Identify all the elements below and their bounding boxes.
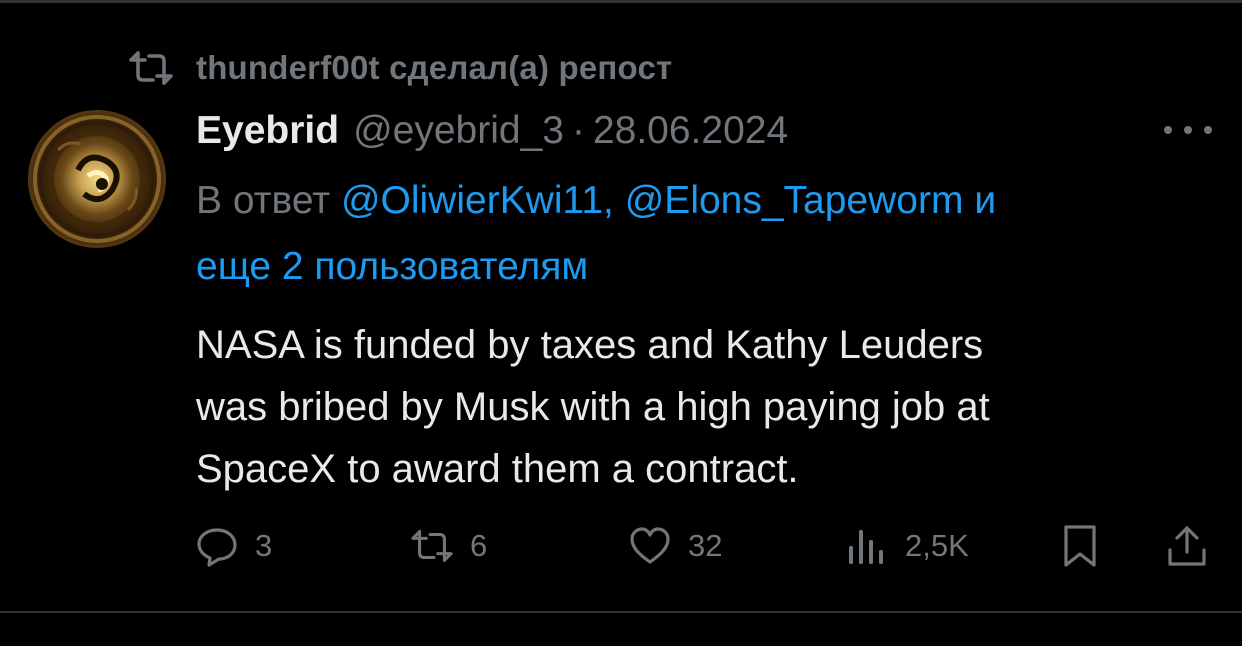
post-date[interactable]: 28.06.2024 xyxy=(593,109,788,153)
header-separator: · xyxy=(571,109,585,152)
reply-conjunction: и xyxy=(974,179,997,222)
bottom-divider xyxy=(0,611,1242,613)
repost-indicator[interactable]: thunderf00t сделал(а) репост xyxy=(128,46,672,90)
top-divider xyxy=(0,0,1242,3)
mention-link[interactable]: @OliwierKwi11, xyxy=(341,179,614,222)
tweet-text-line: SpaceX to award them a contract. xyxy=(196,447,799,491)
repost-icon xyxy=(411,530,453,562)
reply-button[interactable]: 3 xyxy=(195,522,272,570)
heart-icon xyxy=(630,527,670,564)
reply-context-more: еще 2 пользователям xyxy=(196,242,1196,292)
more-options-button[interactable] xyxy=(1164,116,1212,144)
more-dots-icon xyxy=(1164,126,1172,134)
more-users-link[interactable]: еще 2 пользователям xyxy=(196,245,588,288)
repost-label[interactable]: thunderf00t сделал(а) репост xyxy=(196,49,672,87)
bookmark-icon xyxy=(1064,525,1096,567)
author-name[interactable]: Eyebrid xyxy=(196,109,339,153)
repost-count: 6 xyxy=(470,528,488,563)
avatar-image xyxy=(33,115,161,243)
like-count: 32 xyxy=(688,528,723,563)
mention-link[interactable]: @Elons_Tapeworm xyxy=(625,179,964,222)
share-icon xyxy=(1168,526,1206,566)
views-count: 2,5K xyxy=(905,528,969,563)
author-avatar[interactable] xyxy=(28,110,166,248)
share-button[interactable] xyxy=(1165,522,1209,570)
bookmark-button[interactable] xyxy=(1058,522,1102,570)
more-dots-icon xyxy=(1184,126,1192,134)
reply-count: 3 xyxy=(255,528,273,563)
author-handle[interactable]: @eyebrid_3 xyxy=(353,109,564,153)
more-dots-icon xyxy=(1204,126,1212,134)
tweet-header: Eyebrid @eyebrid_3 · 28.06.2024 xyxy=(196,106,788,156)
tweet-text-line: NASA is funded by taxes and Kathy Leuder… xyxy=(196,323,984,367)
views-icon xyxy=(849,530,883,564)
reply-prefix: В ответ xyxy=(196,179,331,222)
repost-icon xyxy=(129,51,173,85)
like-button[interactable]: 32 xyxy=(628,522,722,570)
reply-icon xyxy=(197,528,237,567)
repost-button[interactable]: 6 xyxy=(410,522,487,570)
views-button[interactable]: 2,5K xyxy=(845,522,969,570)
tweet-text-line: was bribed by Musk with a high paying jo… xyxy=(196,385,990,429)
reply-context: В ответ @OliwierKwi11, @Elons_Tapeworm и xyxy=(196,176,1196,226)
